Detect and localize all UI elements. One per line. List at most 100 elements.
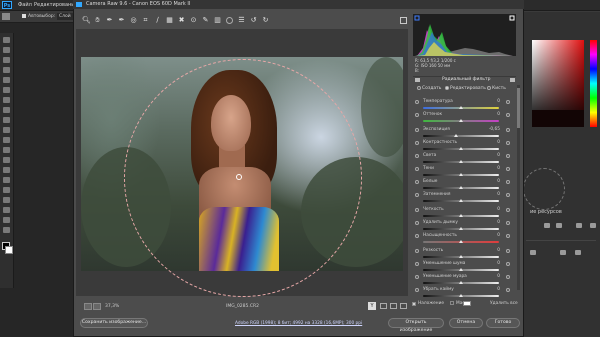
- plus-icon[interactable]: [506, 249, 510, 253]
- slider-thumb[interactable]: [459, 106, 463, 109]
- graduated-filter-icon[interactable]: ▥: [214, 17, 221, 24]
- minus-icon[interactable]: [415, 113, 419, 117]
- minus-icon[interactable]: [415, 249, 419, 253]
- panel-menu-icon[interactable]: [510, 78, 515, 82]
- plus-icon[interactable]: [506, 113, 510, 117]
- slider-thumb[interactable]: [459, 186, 463, 189]
- slider-value[interactable]: 0: [473, 111, 500, 118]
- slider-value[interactable]: 0: [473, 232, 500, 239]
- path-select-icon[interactable]: [3, 197, 10, 203]
- panel-new-icon[interactable]: [544, 223, 550, 228]
- minus-icon[interactable]: [415, 221, 419, 225]
- adjustment-brush-icon[interactable]: ✎: [202, 17, 209, 24]
- crop-icon[interactable]: ⌗: [142, 17, 149, 24]
- slider-value[interactable]: 0: [473, 286, 500, 293]
- preferences-icon[interactable]: ☰: [238, 17, 245, 24]
- plus-icon[interactable]: [506, 288, 510, 292]
- open-image-button[interactable]: Открыть изображение: [388, 318, 444, 333]
- quick-select-icon[interactable]: [3, 67, 10, 73]
- straighten-icon[interactable]: ∕: [154, 17, 161, 24]
- minus-icon[interactable]: [415, 193, 419, 197]
- panel-trash-icon[interactable]: [576, 223, 582, 228]
- minus-icon[interactable]: [415, 167, 419, 171]
- before-after-view-button[interactable]: Y: [368, 302, 376, 310]
- slider-value[interactable]: 0: [473, 247, 500, 254]
- radial-filter-ellipse[interactable]: [124, 59, 362, 297]
- slider-thumb[interactable]: [459, 281, 463, 284]
- zoom-out-button[interactable]: [84, 303, 92, 310]
- slider-thumb[interactable]: [459, 119, 463, 122]
- slider-value[interactable]: 0: [473, 98, 500, 105]
- slider-thumb[interactable]: [459, 240, 463, 243]
- plus-icon[interactable]: [506, 141, 510, 145]
- slider-value[interactable]: 0: [473, 178, 500, 185]
- autoselect-checkbox[interactable]: [22, 14, 26, 18]
- mask-color-swatch[interactable]: [463, 301, 471, 306]
- targeted-adjust-icon[interactable]: ◎: [130, 17, 137, 24]
- plus-icon[interactable]: [506, 275, 510, 279]
- healing-icon[interactable]: [3, 97, 10, 103]
- red-eye-icon[interactable]: ⊙: [190, 17, 197, 24]
- crop-icon[interactable]: [3, 77, 10, 83]
- slider-value[interactable]: 0: [473, 273, 500, 280]
- slider-value[interactable]: -0,65: [473, 126, 500, 133]
- eyedropper-icon[interactable]: [3, 87, 10, 93]
- radial-filter-center-pin[interactable]: [236, 174, 242, 180]
- workflow-options-link[interactable]: Adobe RGB (1998); 8 бит; 4992 на 3328 (1…: [235, 320, 362, 327]
- rotate-left-icon[interactable]: ↺: [250, 17, 257, 24]
- blur-icon[interactable]: [3, 157, 10, 163]
- hand-icon[interactable]: [3, 217, 10, 223]
- mode-create[interactable]: Создать: [417, 85, 441, 93]
- delete-all-button[interactable]: Удалить все: [490, 300, 518, 308]
- eraser-icon[interactable]: [3, 137, 10, 143]
- move-icon[interactable]: [3, 37, 10, 43]
- zoom-icon[interactable]: 🔍︎: [82, 17, 91, 24]
- brush-icon[interactable]: [3, 107, 10, 113]
- minus-icon[interactable]: [415, 234, 419, 238]
- slider-value[interactable]: 0: [473, 219, 500, 226]
- swap-before-after-icon[interactable]: [380, 303, 387, 309]
- save-image-button[interactable]: Сохранить изображение...: [80, 318, 148, 328]
- layer-icon[interactable]: [530, 250, 536, 255]
- slider-value[interactable]: 0: [473, 191, 500, 198]
- slider-thumb[interactable]: [459, 147, 463, 150]
- plus-icon[interactable]: [506, 167, 510, 171]
- zoom-icon[interactable]: [3, 227, 10, 233]
- plus-icon[interactable]: [506, 262, 510, 266]
- layer-icon[interactable]: [575, 250, 581, 255]
- minus-icon[interactable]: [415, 208, 419, 212]
- overlay-checkbox[interactable]: [412, 302, 416, 306]
- radial-filter-icon[interactable]: [226, 17, 233, 24]
- slider-value[interactable]: 0: [473, 139, 500, 146]
- cancel-button[interactable]: Отмена: [449, 318, 483, 328]
- type-icon[interactable]: [3, 187, 10, 193]
- slider-thumb[interactable]: [459, 199, 463, 202]
- spot-removal-icon[interactable]: ✖: [178, 17, 185, 24]
- plus-icon[interactable]: [506, 208, 510, 212]
- slider-thumb[interactable]: [459, 294, 463, 297]
- slider-value[interactable]: 0: [473, 152, 500, 159]
- plus-icon[interactable]: [506, 154, 510, 158]
- plus-icon[interactable]: [506, 221, 510, 225]
- dodge-icon[interactable]: [3, 167, 10, 173]
- plus-icon[interactable]: [506, 100, 510, 104]
- mode-edit[interactable]: Редактировать: [445, 85, 486, 93]
- menu-file[interactable]: Файл: [18, 1, 32, 9]
- white-balance-icon[interactable]: ✒: [106, 17, 113, 24]
- slider-thumb[interactable]: [459, 173, 463, 176]
- gradient-icon[interactable]: [3, 147, 10, 153]
- slider-thumb[interactable]: [459, 255, 463, 258]
- marquee-icon[interactable]: [3, 47, 10, 53]
- fullscreen-icon[interactable]: [400, 17, 407, 24]
- minus-icon[interactable]: [415, 128, 419, 132]
- menu-edit[interactable]: Редактирование: [34, 1, 78, 9]
- mask-checkbox[interactable]: [450, 301, 454, 305]
- transform-icon[interactable]: ▦: [166, 17, 173, 24]
- pen-icon[interactable]: [3, 177, 10, 183]
- minus-icon[interactable]: [415, 141, 419, 145]
- minus-icon[interactable]: [415, 100, 419, 104]
- layer-icon[interactable]: [560, 250, 566, 255]
- history-brush-icon[interactable]: [3, 127, 10, 133]
- panel-scrollbar-thumb[interactable]: [517, 88, 520, 128]
- stamp-icon[interactable]: [3, 117, 10, 123]
